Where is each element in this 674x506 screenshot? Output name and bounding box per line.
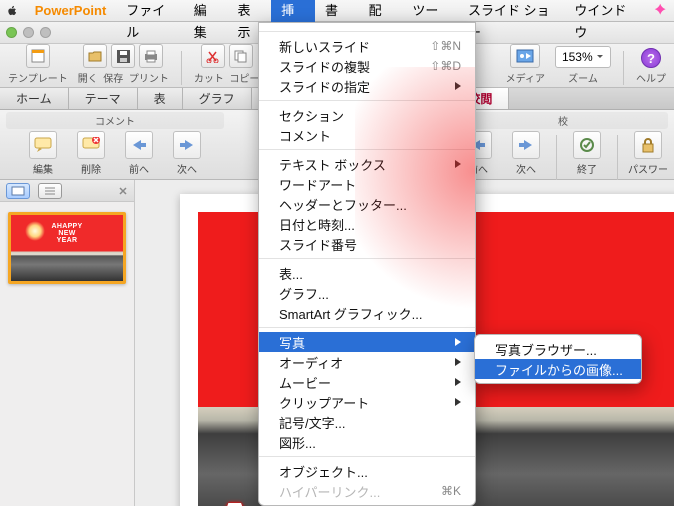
menu-item[interactable]: ムービー <box>259 372 475 392</box>
outline-view-button[interactable] <box>38 183 62 199</box>
close-button[interactable] <box>6 27 17 38</box>
help-button[interactable]: ? <box>641 48 661 68</box>
menubar-item-0[interactable]: ファイル <box>116 0 183 22</box>
menubar-item-5[interactable]: 配置 <box>359 0 403 22</box>
menubar-item-3[interactable]: 挿入 <box>271 0 315 22</box>
menu-item[interactable]: スライド番号 <box>259 234 475 254</box>
media-button[interactable] <box>510 44 540 68</box>
copy-button[interactable] <box>229 44 253 68</box>
comment-next-button[interactable]: 次へ <box>167 131 207 176</box>
ribbon-tab-0[interactable]: ホーム <box>0 88 69 109</box>
menu-item[interactable]: 新しいスライド⇧⌘N <box>259 36 475 56</box>
template-button[interactable] <box>26 44 50 68</box>
zoom-select[interactable]: 153% <box>555 46 611 68</box>
comment-edit-button[interactable]: 編集 <box>23 131 63 176</box>
menu-item[interactable]: ヘッダーとフッター... <box>259 194 475 214</box>
panel-switcher <box>0 180 134 202</box>
status-icon <box>652 2 668 20</box>
review-end-button[interactable]: 終了 <box>567 131 607 176</box>
menu-item[interactable]: オブジェクト... <box>259 461 475 481</box>
menu-item: ハイパーリンク...⌘K <box>259 481 475 501</box>
ribbon-tab-3[interactable]: グラフ <box>183 88 252 109</box>
menubar-item-1[interactable]: 編集 <box>184 0 228 22</box>
menubar-item-4[interactable]: 書式 <box>315 0 359 22</box>
submenu-item[interactable]: ファイルからの画像... <box>475 359 641 379</box>
menu-item[interactable]: グラフ... <box>259 283 475 303</box>
template-label: テンプレート <box>8 70 68 85</box>
menu-item[interactable]: コメント <box>259 125 475 145</box>
menu-item[interactable]: スライドの複製⇧⌘D <box>259 56 475 76</box>
menu-item[interactable]: テキスト ボックス <box>259 154 475 174</box>
slide-panel: AHAPPY NEW YEAR <box>0 180 135 506</box>
menubar-app[interactable]: PowerPoint <box>25 0 117 22</box>
ribbon-tab-2[interactable]: 表 <box>138 88 183 109</box>
menu-item[interactable]: スライドの指定 <box>259 76 475 96</box>
slide-thumbnail-1[interactable]: AHAPPY NEW YEAR <box>8 212 126 284</box>
help-label: ヘルプ <box>636 70 666 85</box>
ribbon-group-comment-header: コメント <box>6 112 224 129</box>
menu-item[interactable]: オーディオ <box>259 352 475 372</box>
menu-item[interactable]: 日付と時刻... <box>259 214 475 234</box>
review-next-button[interactable]: 次へ <box>506 131 546 176</box>
menu-item[interactable]: 表... <box>259 263 475 283</box>
comment-prev-button[interactable]: 前へ <box>119 131 159 176</box>
open-button[interactable] <box>83 44 107 68</box>
minimize-button[interactable] <box>23 27 34 38</box>
zoom-button[interactable] <box>40 27 51 38</box>
comment-delete-button[interactable]: 削除 <box>71 131 111 176</box>
thumbnails-view-button[interactable] <box>6 183 30 199</box>
menu-item[interactable]: SmartArt グラフィック... <box>259 303 475 323</box>
submenu-item[interactable]: 写真ブラウザー... <box>475 339 641 359</box>
menu-item[interactable]: 写真 <box>259 332 475 352</box>
print-button[interactable] <box>139 44 163 68</box>
traffic-lights[interactable] <box>6 27 51 38</box>
menu-item[interactable]: ワードアート <box>259 174 475 194</box>
menubar-item-6[interactable]: ツール <box>402 0 458 22</box>
zoom-label: ズーム <box>568 70 598 85</box>
mac-menubar: PowerPoint ファイル編集表示挿入書式配置ツールスライド ショーウインド… <box>0 0 674 22</box>
menu-item[interactable]: 記号/文字... <box>259 412 475 432</box>
apple-icon <box>6 4 19 18</box>
menubar-item-2[interactable]: 表示 <box>227 0 271 22</box>
menubar-item-8[interactable]: ウインドウ <box>564 0 643 22</box>
media-label: メディア <box>506 70 545 85</box>
close-panel-icon[interactable] <box>118 186 128 196</box>
photo-submenu: 写真ブラウザー...ファイルからの画像... <box>474 334 642 384</box>
menubar-item-7[interactable]: スライド ショー <box>458 0 564 22</box>
cut-button[interactable] <box>201 44 225 68</box>
ribbon-tab-1[interactable]: テーマ <box>69 88 138 109</box>
save-button[interactable] <box>111 44 135 68</box>
review-password-button[interactable]: パスワー <box>628 131 668 176</box>
menu-item[interactable]: セクション <box>259 105 475 125</box>
insert-menu: 新しいスライド⇧⌘Nスライドの複製⇧⌘Dスライドの指定セクションコメントテキスト… <box>258 22 476 506</box>
menu-item[interactable]: クリップアート <box>259 392 475 412</box>
menu-item[interactable]: 図形... <box>259 432 475 452</box>
ribbon-group-review-header: 校 <box>458 112 668 129</box>
